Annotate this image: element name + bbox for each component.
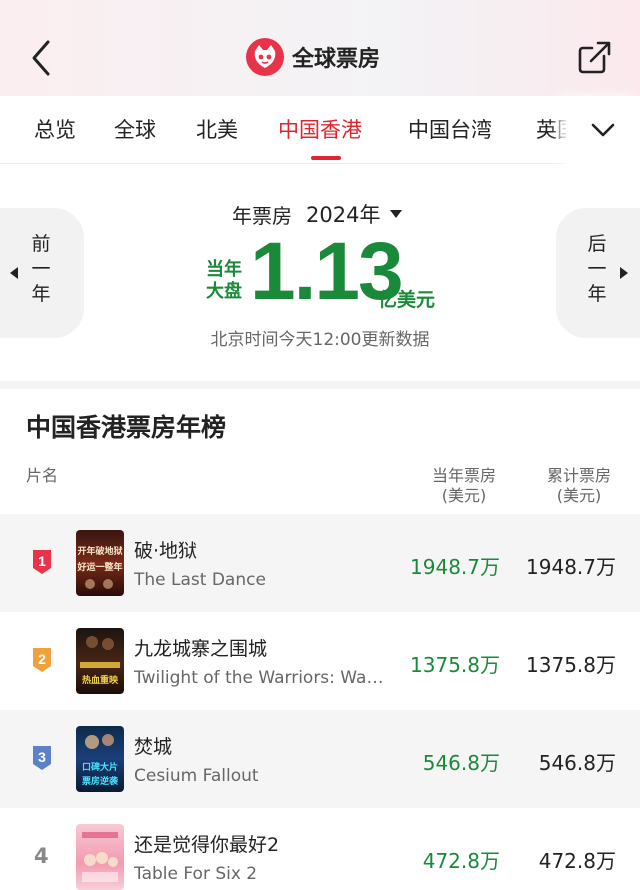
movie-title-cn: 还是觉得你最好2 — [134, 834, 280, 856]
movie-poster — [76, 824, 124, 890]
current-box-office: 472.8万 — [422, 849, 500, 873]
share-button[interactable] — [574, 36, 616, 78]
table-header: 片名 当年票房 (美元) 累计票房 (美元) — [0, 458, 640, 514]
movie-title-en: The Last Dance — [134, 570, 266, 590]
column-header-current-label: 当年票房 — [431, 466, 496, 485]
caret-down-icon — [390, 210, 403, 218]
movie-poster: 开年破地狱 好运一整年 — [76, 530, 124, 596]
rank-badge-icon: 1 — [33, 550, 51, 574]
share-icon — [578, 41, 611, 74]
current-box-office: 546.8万 — [422, 751, 500, 775]
svg-text:口碑大片: 口碑大片 — [82, 761, 118, 773]
movie-title-en: Cesium Fallout — [134, 766, 259, 786]
tab-global[interactable]: 全球 — [114, 114, 156, 144]
current-box-office: 1375.8万 — [410, 653, 500, 677]
table-row[interactable]: 4 还是觉得你最好2 Table For Six 2 472.8万 472.8万 — [0, 808, 640, 890]
ranking-title: 中国香港票房年榜 — [26, 413, 227, 442]
svg-text:热血重映: 热血重映 — [82, 674, 119, 686]
movie-title-en: Twilight of the Warriors: Walled In — [134, 668, 386, 688]
table-row[interactable]: 3 口碑大片 票房逆袭 焚城 Cesium Fallout 546.8万 546… — [0, 710, 640, 808]
movie-poster: 热血重映 — [76, 628, 124, 694]
caret-right-icon — [620, 267, 628, 279]
svg-text:1: 1 — [38, 553, 46, 569]
movie-title-en: Table For Six 2 — [134, 864, 258, 884]
total-unit: 亿美元 — [378, 289, 436, 311]
table-row[interactable]: 1 开年破地狱 好运一整年 破·地狱 The Last Dance 1948.7… — [0, 514, 640, 612]
total-box-office-value: 546.8万 — [538, 751, 616, 775]
svg-text:票房逆袭: 票房逆袭 — [82, 775, 119, 787]
column-header-name: 片名 — [26, 466, 59, 485]
top-bar: 全球票房 — [0, 0, 640, 96]
rank-badge-icon: 2 — [33, 648, 51, 672]
chevron-down-icon — [591, 123, 615, 137]
total-label: 当年大盘 — [206, 259, 242, 302]
table-row[interactable]: 2 热血重映 九龙城寨之围城 Twilight of the Warriors:… — [0, 612, 640, 710]
region-tabs: 总览 全球 北美 中国香港 中国台湾 英国 — [0, 96, 640, 164]
svg-text:好运一整年: 好运一整年 — [76, 561, 122, 573]
box-office-summary: 前一年 年票房 2024年 当年大盘 1.13 亿美元 北京时间今天12:00更… — [0, 165, 640, 381]
current-box-office: 1948.7万 — [410, 555, 500, 579]
page-title: 全球票房 — [292, 47, 381, 72]
page-header: 全球票房 — [246, 38, 380, 76]
period-value: 2024年 — [306, 203, 381, 227]
period-selector[interactable]: 年票房 2024年 — [232, 199, 403, 229]
tab-taiwan[interactable]: 中国台湾 — [408, 114, 492, 144]
section-divider — [0, 381, 640, 389]
period-label: 年票房 — [232, 203, 292, 228]
next-year-label: 后一年 — [587, 233, 607, 305]
more-tabs-button[interactable] — [566, 96, 640, 164]
cat-logo-icon — [246, 38, 284, 76]
update-note: 北京时间今天12:00更新数据 — [210, 330, 430, 350]
tab-hong-kong[interactable]: 中国香港 — [278, 114, 362, 144]
column-header-total[interactable]: 累计票房 (美元) — [542, 466, 616, 506]
column-header-total-unit: (美元) — [556, 486, 602, 505]
active-tab-indicator — [311, 156, 341, 160]
svg-text:3: 3 — [38, 749, 46, 765]
previous-year-button[interactable]: 前一年 — [0, 208, 84, 338]
svg-text:开年破地狱: 开年破地狱 — [77, 545, 122, 557]
column-header-total-label: 累计票房 — [546, 466, 611, 485]
rank-badge-icon: 3 — [33, 746, 51, 770]
tab-overview[interactable]: 总览 — [34, 114, 76, 144]
movie-title-cn: 焚城 — [134, 736, 173, 758]
total-box-office-value: 472.8万 — [538, 849, 616, 873]
svg-text:2: 2 — [38, 651, 46, 667]
total-box-office-value: 1948.7万 — [526, 555, 616, 579]
next-year-button[interactable]: 后一年 — [556, 208, 640, 338]
column-header-current[interactable]: 当年票房 (美元) — [428, 466, 500, 506]
rank-number: 4 — [34, 844, 49, 868]
previous-year-label: 前一年 — [31, 233, 51, 305]
movie-poster: 口碑大片 票房逆袭 — [76, 726, 124, 792]
movie-title-cn: 九龙城寨之围城 — [134, 638, 268, 660]
total-box-office-value: 1375.8万 — [526, 653, 616, 677]
chevron-left-icon — [32, 40, 50, 76]
column-header-current-unit: (美元) — [441, 486, 487, 505]
caret-left-icon — [10, 267, 18, 279]
movie-title-cn: 破·地狱 — [134, 540, 198, 562]
back-button[interactable] — [24, 36, 64, 80]
tab-north-america[interactable]: 北美 — [196, 114, 238, 144]
